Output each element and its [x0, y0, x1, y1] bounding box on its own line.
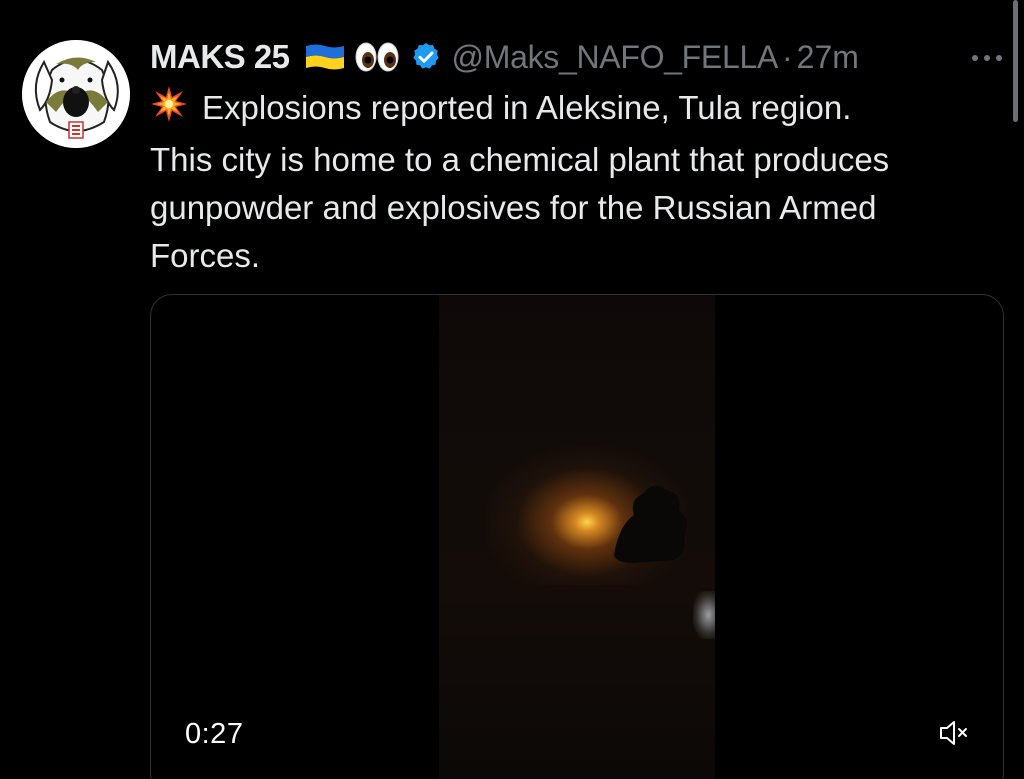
user-handle[interactable]: @Maks_NAFO_FELLA	[452, 39, 779, 76]
display-name[interactable]: MAKS 25	[150, 38, 290, 76]
post-text-line-1: Explosions reported in Aleksine, Tula re…	[202, 89, 852, 126]
header-separator: ·	[782, 38, 793, 75]
timestamp[interactable]: 27m	[797, 39, 859, 76]
tree-silhouette	[614, 485, 688, 563]
video-duration: 0:27	[185, 718, 244, 750]
light-smudge	[693, 591, 715, 639]
verified-badge-icon[interactable]	[410, 41, 442, 73]
more-horizontal-icon[interactable]	[972, 38, 1002, 78]
ukraine-flag-icon	[304, 42, 346, 72]
collision-icon	[150, 85, 188, 136]
post-text: Explosions reported in Aleksine, Tula re…	[150, 84, 1010, 280]
eyes-icon	[354, 40, 400, 74]
video-frame	[439, 295, 715, 779]
post-header: MAKS 25 @Maks_NAFO_FELLA · 27m	[150, 32, 1004, 82]
scrollbar-thumb[interactable]	[1013, 0, 1018, 122]
post-text-line: Explosions reported in Aleksine, Tula re…	[150, 84, 1010, 136]
post-text-line-4: Forces.	[150, 237, 261, 274]
post-text-line-3: gunpowder and explosives for the Russian…	[150, 189, 877, 226]
post[interactable]: MAKS 25 @Maks_NAFO_FELLA · 27m Explosion…	[0, 0, 1024, 779]
video-player[interactable]: 0:27	[150, 294, 1004, 779]
speaker-muted-icon[interactable]	[939, 720, 969, 751]
post-text-line-2: This city is home to a chemical plant th…	[150, 141, 890, 178]
avatar[interactable]	[22, 40, 130, 148]
